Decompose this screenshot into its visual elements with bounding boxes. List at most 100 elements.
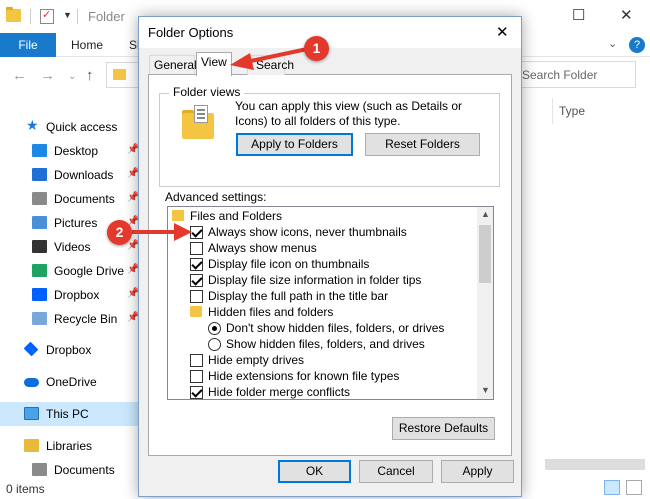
scrollbar-thumb[interactable]	[479, 225, 491, 283]
tab-view[interactable]: View	[196, 52, 232, 76]
star-icon: ★	[26, 117, 39, 133]
sidebar-item-documents[interactable]: Documents 📌	[0, 187, 140, 211]
checkbox[interactable]	[190, 290, 203, 303]
sidebar-item-label: OneDrive	[46, 375, 97, 389]
checkbox[interactable]	[190, 274, 203, 287]
up-arrow-icon[interactable]: ↑	[86, 67, 94, 84]
sidebar-item-dropbox[interactable]: Dropbox 📌	[0, 283, 140, 307]
sidebar-item-this-pc[interactable]: This PC	[0, 402, 140, 426]
sidebar-item-google-drive[interactable]: Google Drive 📌	[0, 259, 140, 283]
sidebar-item-label: Downloads	[54, 168, 114, 182]
item-count: 0 items	[6, 482, 45, 496]
sidebar-item-dropbox[interactable]: Dropbox	[0, 338, 140, 362]
sidebar-item-label: Dropbox	[54, 288, 100, 302]
folder-views-legend: Folder views	[169, 85, 245, 99]
sidebar-item-recycle-bin[interactable]: Recycle Bin 📌	[0, 307, 140, 331]
ribbon-tab-file[interactable]: File	[0, 33, 56, 57]
tab-search[interactable]: Search	[247, 55, 294, 75]
forward-arrow-icon[interactable]: →	[40, 67, 55, 84]
search-input[interactable]: Search Folder	[514, 61, 636, 88]
sidebar-item-onedrive[interactable]: OneDrive	[0, 370, 140, 394]
tab-general[interactable]: General	[149, 55, 197, 75]
folder-icon	[6, 7, 21, 22]
restore-defaults-button[interactable]: Restore Defaults	[392, 417, 495, 440]
details-view-icon[interactable]	[604, 480, 620, 495]
google-drive-icon	[32, 264, 47, 277]
documents-icon	[32, 463, 47, 476]
large-icons-view-icon[interactable]	[626, 480, 642, 495]
navigation-pane: ★ Quick access Desktop 📌 Downloads 📌 Documen…	[0, 97, 140, 477]
tree-option-label: Display file size information in folder …	[208, 273, 422, 287]
checkbox[interactable]	[190, 226, 203, 239]
tree-option-label: Hide empty drives	[208, 353, 305, 367]
tree-option-label: Show hidden files, folders, and drives	[226, 337, 425, 351]
library-icon	[24, 439, 39, 452]
checkbox[interactable]	[190, 354, 203, 367]
column-divider	[552, 98, 553, 124]
vertical-scrollbar[interactable]: ▲ ▼	[477, 207, 493, 399]
documents-icon	[32, 192, 47, 205]
help-icon[interactable]: ?	[629, 37, 645, 53]
scroll-down-icon[interactable]: ▼	[481, 385, 490, 395]
radio-button[interactable]	[208, 322, 221, 335]
tree-option-label: Always show icons, never thumbnails	[208, 225, 407, 239]
chevron-down-icon[interactable]: ⌄	[68, 71, 76, 82]
divider	[30, 9, 31, 24]
advanced-settings-label: Advanced settings:	[165, 190, 267, 204]
downloads-icon	[32, 168, 47, 181]
maximize-icon[interactable]: ☐	[572, 6, 585, 24]
sidebar-item-libraries[interactable]: Libraries	[0, 434, 140, 458]
apply-to-folders-button[interactable]: Apply to Folders	[236, 133, 353, 156]
properties-icon[interactable]	[40, 8, 54, 24]
annotation-badge-1: 1	[304, 36, 329, 61]
radio-button[interactable]	[208, 338, 221, 351]
tree-option-label: Files and Folders	[190, 209, 283, 223]
chevron-down-icon[interactable]: ⌄	[608, 37, 617, 50]
sidebar-item-label: Google Drive	[54, 264, 125, 278]
annotation-badge-2: 2	[107, 220, 132, 245]
checkbox[interactable]	[190, 386, 203, 399]
checkbox[interactable]	[190, 370, 203, 383]
reset-folders-button[interactable]: Reset Folders	[365, 133, 480, 156]
videos-icon	[32, 240, 47, 253]
sidebar-item-label: Recycle Bin	[54, 312, 118, 326]
sidebar-item-label: Desktop	[54, 144, 99, 158]
cloud-icon	[24, 378, 39, 387]
sidebar-item-downloads[interactable]: Downloads 📌	[0, 163, 140, 187]
checkbox[interactable]	[190, 258, 203, 271]
pictures-icon	[32, 216, 47, 229]
ribbon-tab-home[interactable]: Home	[71, 38, 103, 52]
tree-option-label: Display file icon on thumbnails	[208, 257, 370, 271]
horizontal-scrollbar[interactable]	[545, 459, 645, 470]
sidebar-item-label: Dropbox	[46, 343, 92, 357]
chevron-down-icon[interactable]: ▼	[63, 10, 72, 20]
sidebar-item-quick-access[interactable]: ★ Quick access	[0, 115, 140, 139]
ok-button[interactable]: OK	[278, 460, 351, 483]
dropbox-icon	[32, 288, 47, 301]
tree-option-label: Hidden files and folders	[208, 305, 334, 319]
computer-icon	[24, 407, 39, 420]
apply-button[interactable]: Apply	[441, 460, 514, 483]
search-placeholder: Search Folder	[522, 68, 598, 82]
close-icon[interactable]: ✕	[496, 23, 509, 41]
folder-views-icon	[180, 105, 214, 139]
sidebar-item-label: Quick access	[46, 120, 118, 134]
sidebar-item-desktop[interactable]: Desktop 📌	[0, 139, 140, 163]
folder-icon	[113, 69, 126, 80]
column-header-type[interactable]: Type	[559, 104, 585, 118]
recycle-bin-icon	[32, 312, 47, 325]
sidebar-item-label: This PC	[46, 407, 89, 421]
cancel-button[interactable]: Cancel	[359, 460, 433, 483]
tree-option-label: Hide extensions for known file types	[208, 369, 400, 383]
sidebar-item-label: Documents	[54, 463, 115, 477]
back-arrow-icon[interactable]: ←	[12, 67, 27, 84]
folder-icon	[172, 210, 184, 221]
tree-option-label: Hide folder merge conflicts	[208, 385, 351, 399]
checkbox[interactable]	[190, 242, 203, 255]
folder-options-dialog: Folder Options ✕ General Search View Fol…	[138, 16, 522, 497]
scroll-up-icon[interactable]: ▲	[481, 209, 490, 219]
sidebar-item-label: Pictures	[54, 216, 98, 230]
advanced-settings-tree[interactable]: Files and Folders Always show icons, neve…	[167, 206, 494, 400]
sidebar-item-label: Videos	[54, 240, 91, 254]
close-icon[interactable]: ✕	[620, 6, 633, 24]
